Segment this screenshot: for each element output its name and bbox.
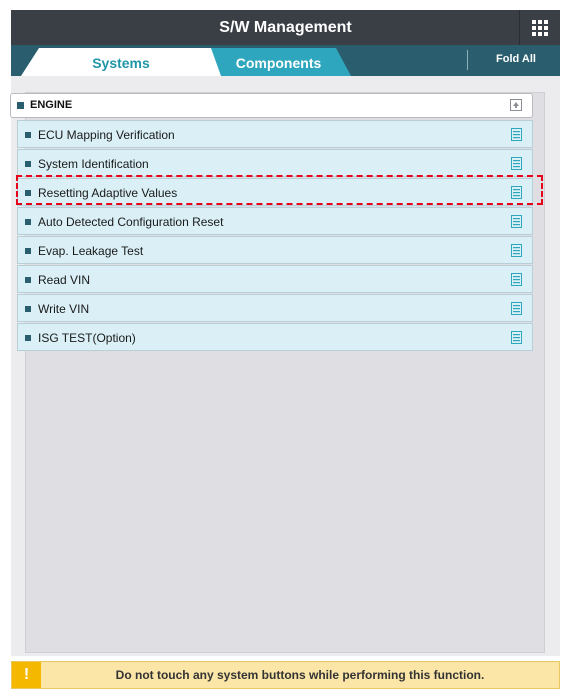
document-icon[interactable] — [511, 128, 522, 141]
list-item-label: Auto Detected Configuration Reset — [38, 215, 224, 229]
list-item-label: Evap. Leakage Test — [38, 244, 144, 258]
bullet-icon — [25, 306, 31, 312]
notice-text: Do not touch any system buttons while pe… — [115, 668, 485, 682]
tab-bar: Components Systems Fold All — [11, 45, 560, 76]
grid-icon — [532, 19, 548, 36]
tab-divider — [467, 50, 468, 70]
section-label: ENGINE — [30, 99, 73, 111]
list-item[interactable]: Write VIN — [17, 294, 533, 322]
list-item-label: ECU Mapping Verification — [38, 128, 175, 142]
bullet-icon — [25, 219, 31, 225]
document-icon[interactable] — [511, 244, 522, 257]
tab-systems[interactable]: Systems — [21, 48, 221, 76]
collapse-up-icon[interactable] — [510, 99, 522, 111]
page-title: S/W Management — [219, 19, 352, 36]
bullet-icon — [25, 335, 31, 341]
tab-components[interactable]: Components — [206, 48, 351, 76]
list-item-label: Read VIN — [38, 273, 91, 287]
bullet-icon — [17, 102, 24, 109]
list-item-label: System Identification — [38, 157, 149, 171]
arrow-up-icon — [513, 102, 519, 108]
title-bar: S/W Management — [11, 10, 560, 45]
list-item[interactable]: System Identification — [17, 149, 533, 177]
document-icon[interactable] — [511, 331, 522, 344]
warning-icon: ! — [12, 662, 41, 688]
list-item[interactable]: Evap. Leakage Test — [17, 236, 533, 264]
list-item[interactable]: ISG TEST(Option) — [17, 323, 533, 351]
document-icon[interactable] — [511, 302, 522, 315]
fold-all-button[interactable]: Fold All — [481, 45, 551, 76]
list-item[interactable]: ECU Mapping Verification — [17, 120, 533, 148]
document-icon[interactable] — [511, 273, 522, 286]
list-item[interactable]: Read VIN — [17, 265, 533, 293]
document-icon[interactable] — [511, 157, 522, 170]
list-item-label: Write VIN — [38, 302, 90, 316]
bullet-icon — [25, 277, 31, 283]
document-icon[interactable] — [511, 215, 522, 228]
grid-menu-button[interactable] — [519, 10, 560, 45]
highlight-box — [16, 175, 543, 205]
bullet-icon — [25, 132, 31, 138]
list-item-label: ISG TEST(Option) — [38, 331, 136, 345]
bullet-icon — [25, 248, 31, 254]
bullet-icon — [25, 161, 31, 167]
list-item[interactable]: Auto Detected Configuration Reset — [17, 207, 533, 235]
notice-bar: ! Do not touch any system buttons while … — [11, 661, 560, 689]
section-header-engine[interactable]: ENGINE — [10, 93, 533, 118]
